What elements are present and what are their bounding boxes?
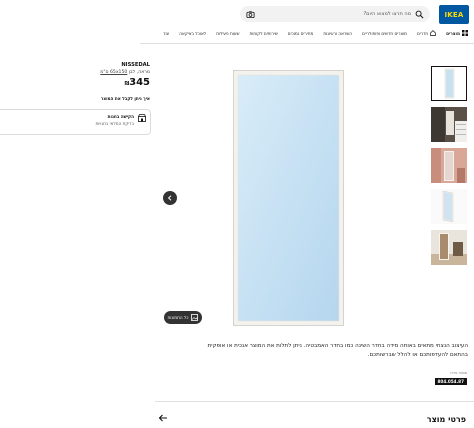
pickup-subtitle: בדיקת המלאי בחנויות (95, 121, 134, 126)
section-divider (155, 401, 474, 402)
article-number-label: מספר פריט (450, 371, 467, 375)
nav-divider (140, 43, 474, 44)
nav-item-rooms[interactable]: חדרים (417, 30, 436, 36)
nav-item-hours[interactable]: שעות פעילות (216, 31, 239, 36)
thumbnail-bedroom[interactable] (431, 107, 467, 142)
size-link[interactable]: 65x150 ס"מ (100, 70, 127, 75)
thumbnail-mirror[interactable] (431, 66, 467, 101)
product-description: מראה, לבן 65x150 ס"מ (100, 70, 150, 75)
logo-text: ΙΚΕΑ (444, 10, 464, 19)
store-icon (138, 114, 146, 122)
store-pickup-option[interactable]: הקישה בחנות בדיקת המלאי בחנויות (0, 109, 151, 135)
article-number: 804.054.87 (434, 378, 467, 385)
view-all-label: כל התמונות (167, 315, 189, 320)
product-long-description: העיצוב הנצחי מתאים באותה מידה בחדר השינה… (207, 343, 468, 358)
camera-icon[interactable] (246, 10, 255, 19)
nav-item-more[interactable]: עוד (163, 31, 169, 36)
main-nav: מוצרים חדרים מוצרים חדשים ופופולריים השר… (163, 30, 468, 36)
previous-image-button[interactable] (163, 191, 177, 205)
search-icon (415, 10, 424, 18)
ikea-logo[interactable]: ΙΚΕΑ (439, 5, 469, 24)
product-main-image[interactable] (233, 70, 344, 326)
thumbnail-angle[interactable] (431, 189, 467, 224)
search-placeholder: מה תרצו למצוא היום? (363, 11, 412, 17)
search-bar[interactable]: מה תרצו למצוא היום? (240, 6, 430, 22)
product-name: NISSEDAL (121, 62, 150, 68)
how-to-get-heading: איך ניתן לקבל את המוצר (100, 96, 150, 101)
gallery-icon (191, 314, 199, 321)
nav-item-customer-service[interactable]: שירותים לקוחות (249, 31, 277, 36)
rooms-icon (430, 30, 436, 36)
product-info: NISSEDAL מראה, לבן 65x150 ס"מ ₪345 איך נ… (0, 62, 150, 101)
thumbnail-room[interactable] (431, 230, 467, 265)
product-details-heading[interactable]: פרטי מוצר (427, 415, 466, 424)
nav-item-food[interactable]: לאוכל באיקאה (179, 31, 206, 36)
pickup-title: הקישה בחנות (107, 114, 134, 119)
thumbnail-list (431, 66, 467, 271)
nav-item-low-prices[interactable]: מחירים נמוכים (288, 31, 314, 36)
product-price: ₪345 (124, 77, 150, 88)
chevron-left-icon (167, 195, 172, 201)
arrow-left-icon[interactable] (158, 414, 168, 425)
view-all-images-button[interactable]: כל התמונות (164, 311, 202, 324)
grid-icon (462, 30, 468, 36)
nav-item-inspiration[interactable]: השראה ורעיונות (323, 31, 352, 36)
nav-item-new[interactable]: מוצרים חדשים ופופולריים (362, 31, 407, 36)
thumbnail-hallway[interactable] (431, 148, 467, 183)
nav-item-products[interactable]: מוצרים (446, 30, 468, 36)
